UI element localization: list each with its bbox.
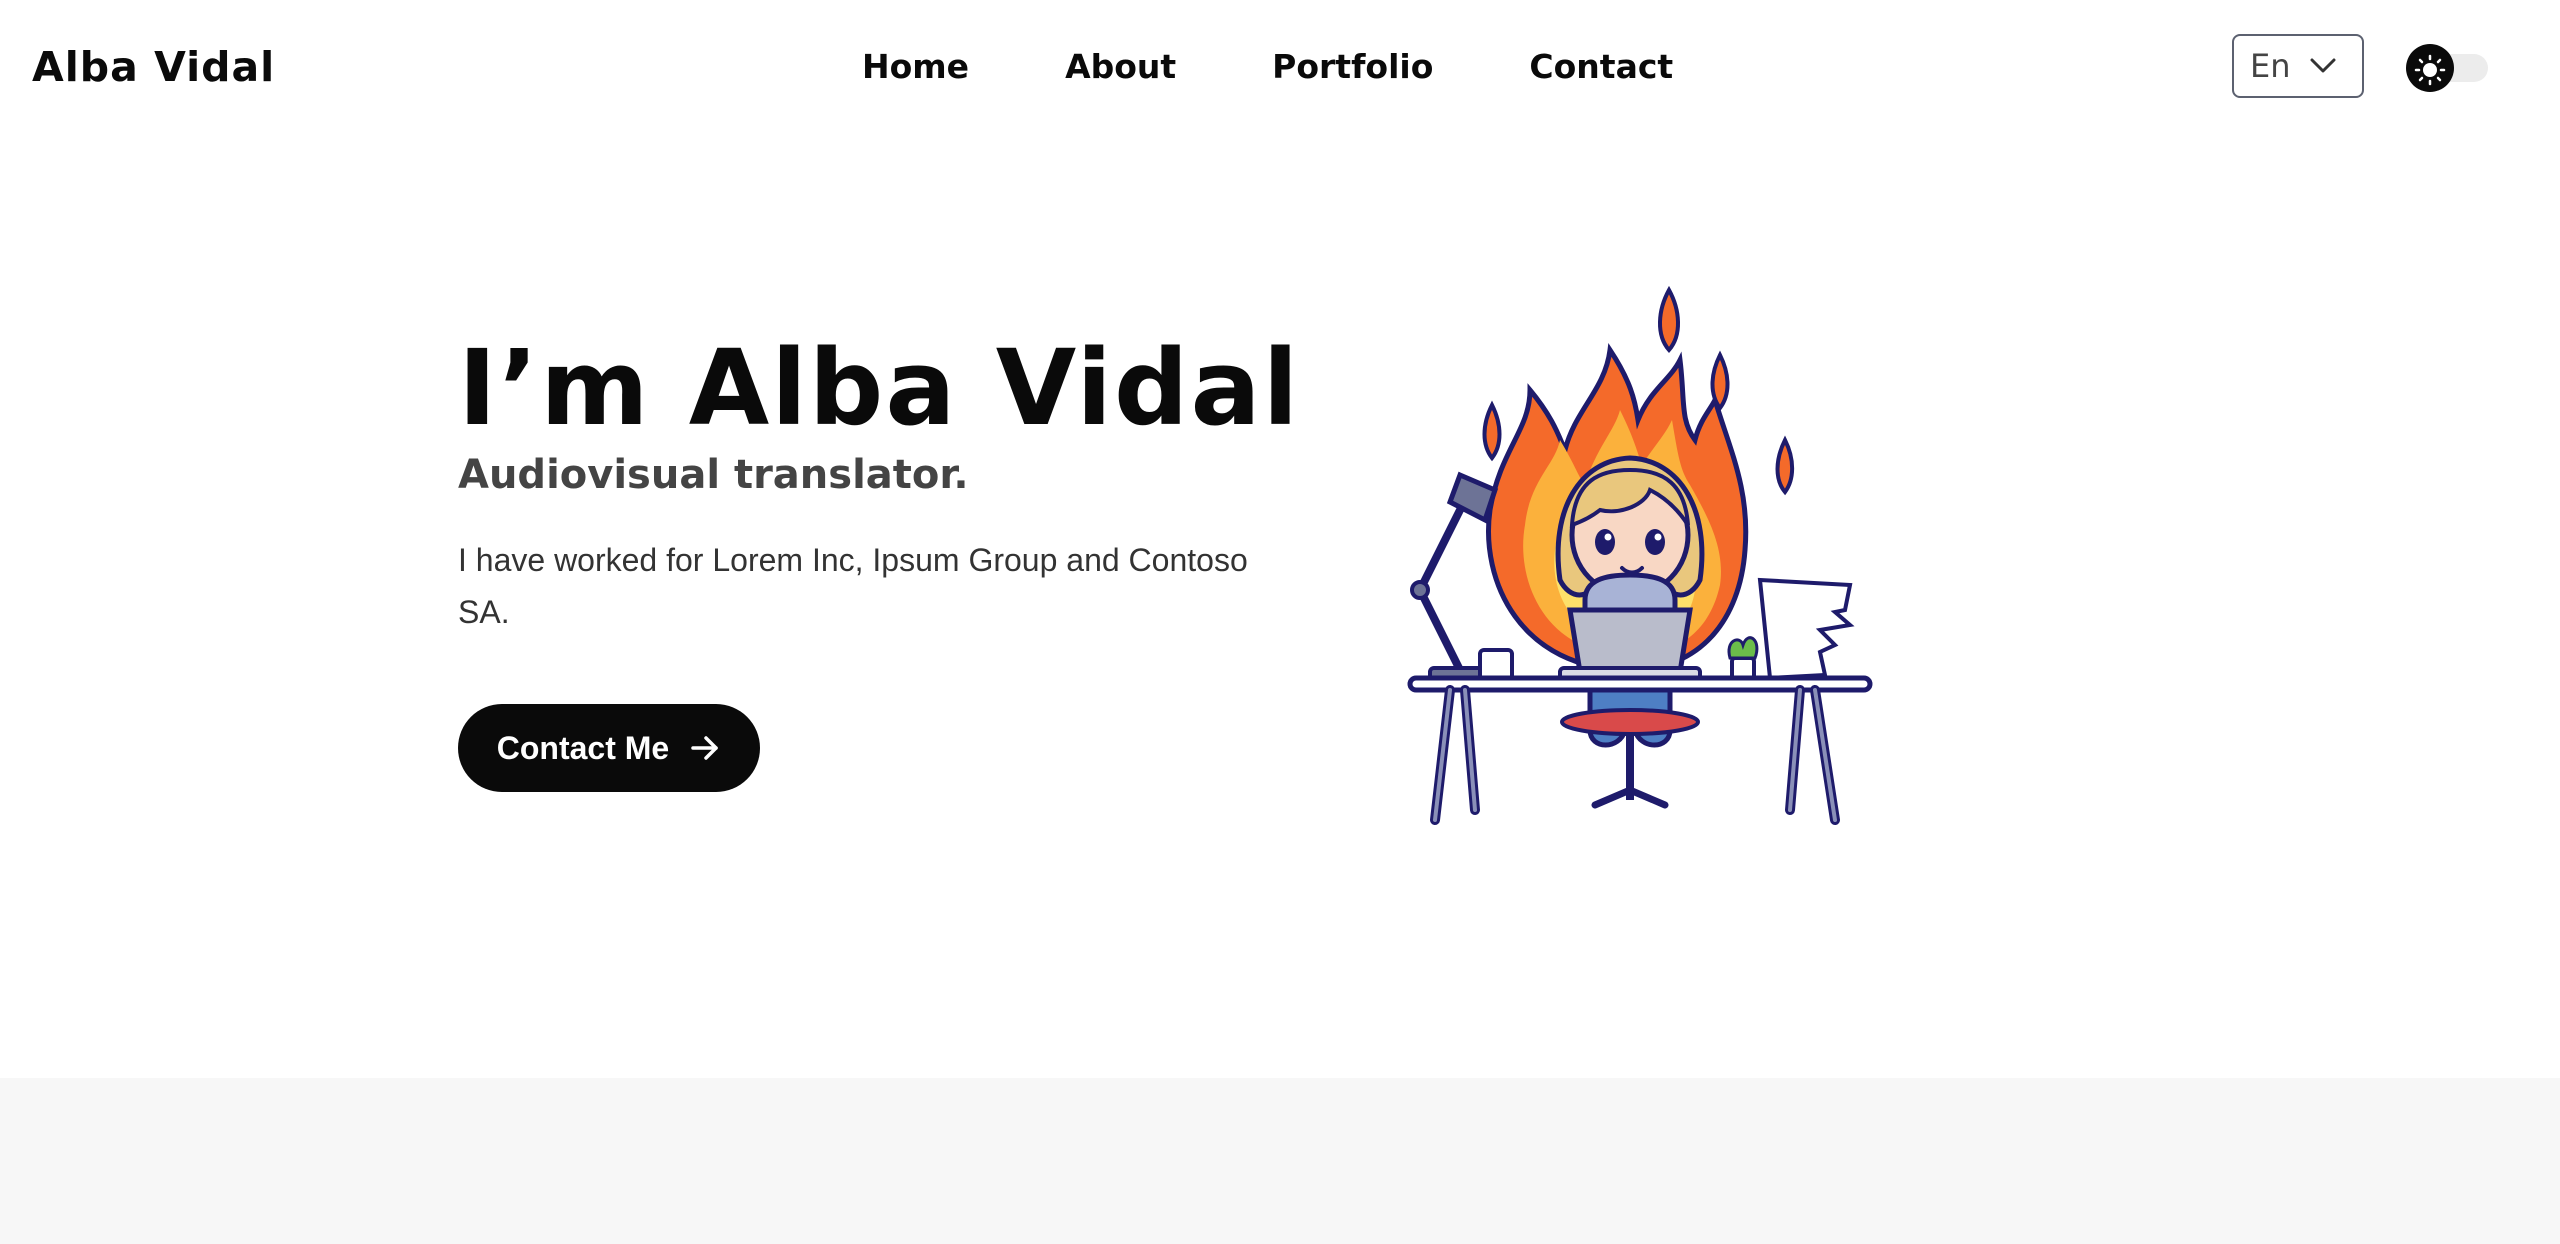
arrow-right-icon <box>691 736 718 760</box>
girl-at-laptop-on-fire-illustration <box>1407 285 1873 825</box>
contact-me-button[interactable]: Contact Me <box>458 704 760 792</box>
nav-contact[interactable]: Contact <box>1529 42 1673 92</box>
theme-toggle-knob <box>2406 44 2454 92</box>
hero-description: I have worked for Lorem Inc, Ipsum Group… <box>458 542 1248 630</box>
nav-home[interactable]: Home <box>862 42 969 92</box>
language-select[interactable]: En <box>2232 34 2364 98</box>
nav-about[interactable]: About <box>1065 42 1176 92</box>
next-section <box>0 1078 2560 1244</box>
brand-logo[interactable]: Alba Vidal <box>32 38 275 96</box>
chevron-down-icon <box>2310 58 2336 73</box>
hero-subtitle: Audiovisual translator. <box>458 452 969 498</box>
sun-icon <box>2414 54 2446 86</box>
contact-me-label: Contact Me <box>496 729 670 766</box>
language-select-value: En <box>2250 47 2291 85</box>
main-nav: Home About Portfolio Contact <box>862 42 1673 92</box>
hero-title: I’m Alba Vidal <box>458 327 1301 449</box>
nav-portfolio[interactable]: Portfolio <box>1272 42 1433 92</box>
theme-toggle[interactable] <box>2406 42 2490 92</box>
site-header: Alba Vidal Home About Portfolio Contact … <box>0 0 2560 135</box>
